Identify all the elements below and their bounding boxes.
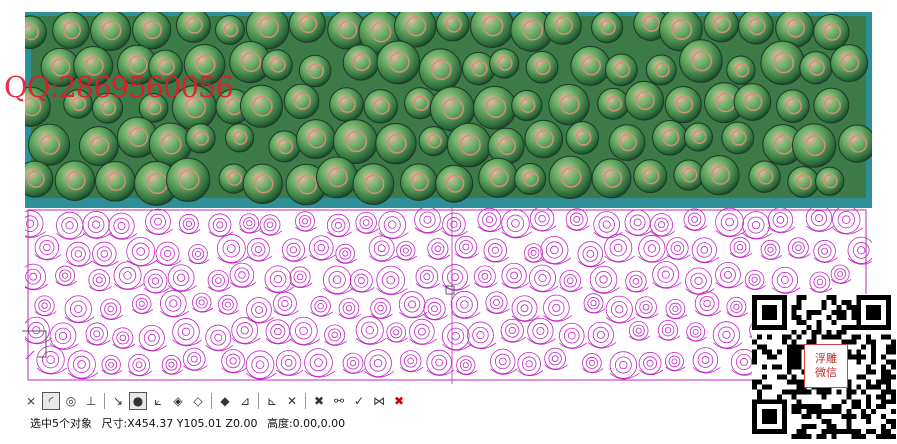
status-bar: 选中5个对象 尺寸:X454.37 Y105.01 Z0.00 高度:0.00,… (30, 415, 351, 431)
close-shape-tool-icon[interactable]: ⨯ (22, 392, 40, 410)
relief-preview-panel (25, 12, 872, 208)
extend-tool-icon[interactable]: ⊿ (236, 392, 254, 410)
qr-center-label: 浮雕 微信 (804, 344, 848, 388)
selection-size: 尺寸:X454.37 Y105.01 Z0.00 (101, 417, 258, 430)
circle-snap-tool-icon[interactable]: ◎ (62, 392, 80, 410)
tangent-tool-icon[interactable]: ↘ (109, 392, 127, 410)
watermark-text: QQ:2869560056 (4, 70, 234, 104)
node-edit-toolbar: ⨯ ◜ ◎ ⊥ ↘ ● ⟀ ◈ ◇ ◆ ⊿ ⊾ ✕ ✖ ⚯ ✓ ⋈ ✖ (22, 391, 408, 411)
smooth-node-tool-icon[interactable]: ⚯ (330, 392, 348, 410)
selection-height: 高度:0.00,0.00 (266, 417, 346, 430)
wechat-qr-code: 浮雕 微信 (752, 294, 896, 440)
diamond-outline-tool-icon[interactable]: ◇ (189, 392, 207, 410)
diamond-node-tool-icon[interactable]: ◈ (169, 392, 187, 410)
point-snap-tool-icon[interactable]: ● (129, 392, 147, 410)
arc-corner-tool-icon[interactable]: ◜ (42, 392, 60, 410)
toolbar-separator (211, 393, 212, 409)
break-node-tool-icon[interactable]: ✕ (283, 392, 301, 410)
node-edit-tool-icon[interactable]: ⟀ (149, 392, 167, 410)
delete-tool-icon[interactable]: ✖ (390, 392, 408, 410)
selection-handle (20, 325, 50, 365)
filter-node-tool-icon[interactable]: ⋈ (370, 392, 388, 410)
vector-cloud-pattern (25, 208, 872, 384)
perpendicular-tool-icon[interactable]: ⊥ (82, 392, 100, 410)
toolbar-separator (104, 393, 105, 409)
qr-label-line1: 浮雕 (815, 352, 837, 365)
relief-render-image (25, 12, 872, 208)
toolbar-separator (258, 393, 259, 409)
toolbar-separator (305, 393, 306, 409)
vector-drawing-canvas[interactable] (25, 208, 872, 384)
check-node-tool-icon[interactable]: ✓ (350, 392, 368, 410)
qr-label-line2: 微信 (815, 366, 837, 379)
trim-tool-icon[interactable]: ⊾ (263, 392, 281, 410)
selection-count: 选中5个对象 (30, 417, 92, 430)
diamond-split-tool-icon[interactable]: ◆ (216, 392, 234, 410)
join-node-tool-icon[interactable]: ✖ (310, 392, 328, 410)
